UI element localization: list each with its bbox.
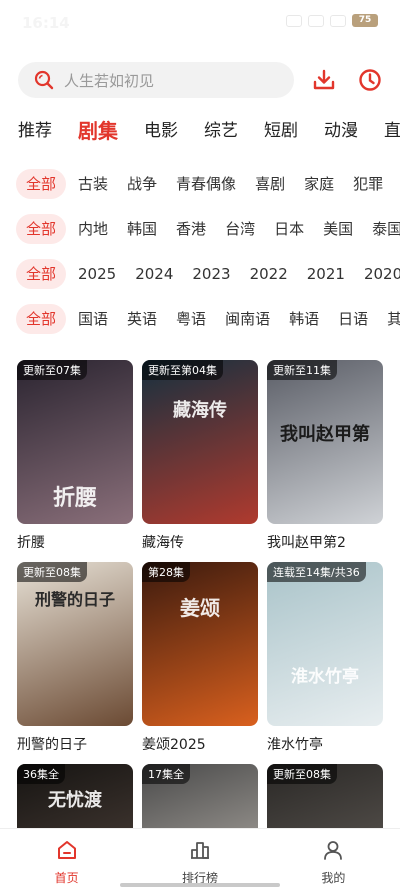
poster: 更新至07集 折腰 <box>17 360 133 524</box>
tab-series[interactable]: 剧集 <box>78 114 118 148</box>
search-input[interactable]: 人生若如初见 <box>18 62 294 98</box>
home-icon <box>56 839 78 865</box>
filter-chip[interactable]: 喜剧 <box>255 169 285 199</box>
nav-ranking[interactable]: 排行榜 <box>133 829 266 889</box>
episode-badge: 17集全 <box>142 764 190 784</box>
notification-icon <box>286 14 302 27</box>
filter-genre-all[interactable]: 全部 <box>16 169 67 199</box>
status-time: 16:14 <box>22 14 70 32</box>
card-title: 淮水竹亭 <box>267 737 323 753</box>
filter-chip[interactable]: 其 <box>387 304 400 334</box>
filter-chip[interactable]: 2021 <box>307 259 345 289</box>
tab-short-drama[interactable]: 短剧 <box>264 114 298 148</box>
filter-chip[interactable]: 粤语 <box>176 304 206 334</box>
filter-chip[interactable]: 2022 <box>250 259 288 289</box>
filter-language-all[interactable]: 全部 <box>16 304 67 334</box>
bottom-nav: 首页 排行榜 我的 <box>0 828 400 889</box>
filter-chip[interactable]: 国语 <box>78 304 108 334</box>
poster-title: 淮水竹亭 <box>291 667 359 687</box>
series-card[interactable]: 连载至14集/共36 淮水竹亭 淮水竹亭 <box>267 562 383 754</box>
poster: 连载至14集/共36 淮水竹亭 <box>267 562 383 726</box>
tab-live[interactable]: 直 <box>384 114 400 148</box>
filter-row-region: 全部 内地 韩国 香港 台湾 日本 美国 泰国 <box>16 214 400 244</box>
poster-title: 姜颂 <box>180 596 220 620</box>
poster: 第28集 姜颂 <box>142 562 258 726</box>
card-title: 我叫赵甲第2 <box>267 535 346 551</box>
filter-chip[interactable]: 香港 <box>176 214 206 244</box>
card-title: 藏海传 <box>142 535 184 551</box>
ranking-icon <box>189 839 211 865</box>
filter-chip[interactable]: 青春偶像 <box>176 169 236 199</box>
series-card[interactable]: 更新至08集 刑警的日子 刑警的日子 <box>17 562 133 754</box>
filter-row-language: 全部 国语 英语 粤语 闽南语 韩语 日语 其 <box>16 304 400 334</box>
poster: 更新至第04集 藏海传 <box>142 360 258 524</box>
poster-title: 折腰 <box>52 485 97 511</box>
episode-badge: 更新至08集 <box>267 764 337 784</box>
filter-row-genre: 全部 古装 战争 青春偶像 喜剧 家庭 犯罪 <box>16 169 400 199</box>
filter-chip[interactable]: 泰国 <box>372 214 400 244</box>
poster-title: 藏海传 <box>173 400 227 421</box>
tab-recommend[interactable]: 推荐 <box>18 114 52 148</box>
status-bar: 16:14 75 <box>0 0 400 44</box>
filter-chip[interactable]: 战争 <box>127 169 157 199</box>
sim-icon <box>308 14 324 27</box>
search-placeholder: 人生若如初见 <box>64 71 155 90</box>
card-title: 姜颂2025 <box>142 737 206 753</box>
search-row: 人生若如初见 <box>0 60 400 100</box>
filter-chip[interactable]: 古装 <box>78 169 108 199</box>
user-icon <box>322 839 344 865</box>
episode-badge: 更新至08集 <box>17 562 87 582</box>
filter-row-year: 全部 2025 2024 2023 2022 2021 2020 <box>16 259 400 289</box>
filter-chip[interactable]: 日语 <box>338 304 368 334</box>
nav-home[interactable]: 首页 <box>0 829 133 889</box>
filter-chip[interactable]: 台湾 <box>225 214 255 244</box>
filter-chip[interactable]: 犯罪 <box>353 169 383 199</box>
filter-region-all[interactable]: 全部 <box>16 214 67 244</box>
tab-anime[interactable]: 动漫 <box>324 114 358 148</box>
episode-badge: 36集全 <box>17 764 65 784</box>
filter-chip[interactable]: 家庭 <box>304 169 334 199</box>
series-card[interactable]: 第28集 姜颂 姜颂2025 <box>142 562 258 754</box>
poster: 更新至08集 刑警的日子 <box>17 562 133 726</box>
filter-chip[interactable]: 韩语 <box>289 304 319 334</box>
poster: 更新至11集 我叫赵甲第 <box>267 360 383 524</box>
card-title: 刑警的日子 <box>17 737 87 753</box>
download-icon[interactable] <box>312 68 336 92</box>
episode-badge: 连载至14集/共36 <box>267 562 366 582</box>
poster-title: 无忧渡 <box>48 790 102 811</box>
episode-badge: 更新至第04集 <box>142 360 223 380</box>
wifi-icon <box>330 14 346 27</box>
filter-chip[interactable]: 美国 <box>323 214 353 244</box>
search-icon <box>34 70 54 90</box>
poster-title: 刑警的日子 <box>34 590 115 609</box>
nav-profile[interactable]: 我的 <box>267 829 400 889</box>
status-icons: 75 <box>286 14 378 27</box>
filter-chip[interactable]: 日本 <box>274 214 304 244</box>
nav-profile-label: 我的 <box>321 871 346 885</box>
episode-badge: 更新至07集 <box>17 360 87 380</box>
tab-movies[interactable]: 电影 <box>144 114 178 148</box>
filter-chip[interactable]: 英语 <box>127 304 157 334</box>
tab-variety[interactable]: 综艺 <box>204 114 238 148</box>
series-card[interactable]: 更新至11集 我叫赵甲第 我叫赵甲第2 <box>267 360 383 552</box>
filter-chip[interactable]: 2023 <box>192 259 230 289</box>
filter-chip[interactable]: 2024 <box>135 259 173 289</box>
main-tabs: 推荐 剧集 电影 综艺 短剧 动漫 直 <box>18 114 400 148</box>
history-icon[interactable] <box>358 68 382 92</box>
nav-home-label: 首页 <box>54 871 79 885</box>
filter-chip[interactable]: 闽南语 <box>225 304 270 334</box>
filter-chip[interactable]: 韩国 <box>127 214 157 244</box>
episode-badge: 更新至11集 <box>267 360 337 380</box>
home-indicator <box>120 883 280 887</box>
series-card[interactable]: 更新至07集 折腰 折腰 <box>17 360 133 552</box>
filter-year-all[interactable]: 全部 <box>16 259 67 289</box>
card-title: 折腰 <box>17 535 45 551</box>
battery-icon: 75 <box>352 14 378 27</box>
filter-chip[interactable]: 内地 <box>78 214 108 244</box>
filter-chip[interactable]: 2025 <box>78 259 116 289</box>
series-card[interactable]: 更新至第04集 藏海传 藏海传 <box>142 360 258 552</box>
episode-badge: 第28集 <box>142 562 190 582</box>
filter-chip[interactable]: 2020 <box>364 259 400 289</box>
poster-title: 我叫赵甲第 <box>280 424 370 445</box>
